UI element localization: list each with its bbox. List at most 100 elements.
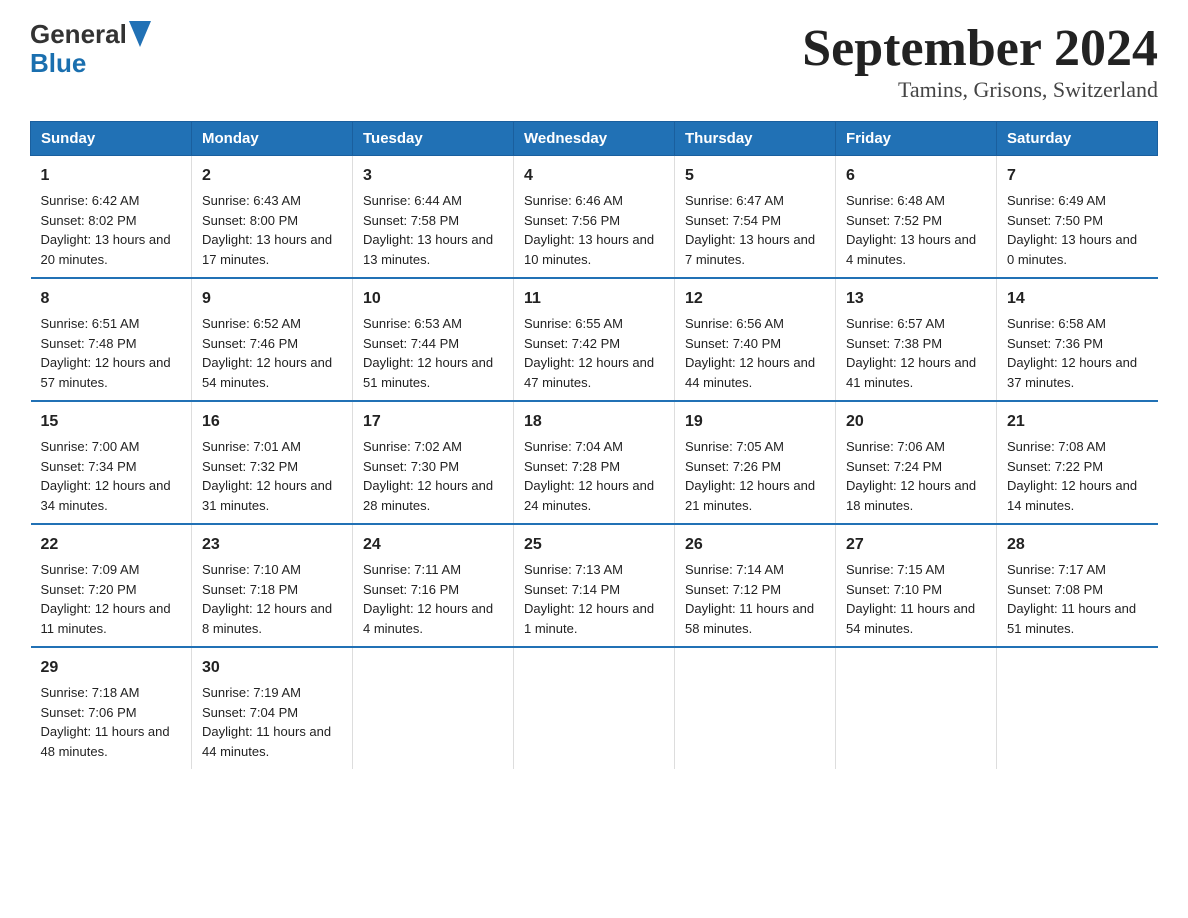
day-info: Sunrise: 6:55 AMSunset: 7:42 PMDaylight:… (524, 314, 664, 392)
calendar-cell: 5 Sunrise: 6:47 AMSunset: 7:54 PMDaylight… (675, 156, 836, 279)
day-info: Sunrise: 6:49 AMSunset: 7:50 PMDaylight:… (1007, 191, 1148, 269)
day-number: 2 (202, 164, 342, 188)
calendar-cell: 21Sunrise: 7:08 AMSunset: 7:22 PMDayligh… (997, 401, 1158, 524)
weekday-header-sunday: Sunday (31, 122, 192, 156)
day-number: 1 (41, 164, 182, 188)
calendar-cell: 12 Sunrise: 6:56 AMSunset: 7:40 PMDayligh… (675, 278, 836, 401)
day-number: 11 (524, 287, 664, 311)
calendar-cell: 14 Sunrise: 6:58 AMSunset: 7:36 PMDayligh… (997, 278, 1158, 401)
calendar-cell: 30Sunrise: 7:19 AMSunset: 7:04 PMDayligh… (192, 647, 353, 769)
calendar-cell: 27 Sunrise: 7:15 AMSunset: 7:10 PMDayligh… (836, 524, 997, 647)
day-info: Sunrise: 6:58 AMSunset: 7:36 PMDaylight:… (1007, 314, 1148, 392)
day-number: 30 (202, 656, 342, 680)
weekday-header-tuesday: Tuesday (353, 122, 514, 156)
logo-arrow-icon (129, 21, 151, 47)
day-number: 25 (524, 533, 664, 557)
day-number: 4 (524, 164, 664, 188)
day-info: Sunrise: 6:46 AMSunset: 7:56 PMDaylight:… (524, 191, 664, 269)
day-info: Sunrise: 6:42 AMSunset: 8:02 PMDaylight:… (41, 191, 182, 269)
day-info: Sunrise: 6:48 AMSunset: 7:52 PMDaylight:… (846, 191, 986, 269)
day-info: Sunrise: 6:56 AMSunset: 7:40 PMDaylight:… (685, 314, 825, 392)
day-number: 24 (363, 533, 503, 557)
weekday-header-wednesday: Wednesday (514, 122, 675, 156)
weekday-header-saturday: Saturday (997, 122, 1158, 156)
calendar-cell: 4 Sunrise: 6:46 AMSunset: 7:56 PMDaylight… (514, 156, 675, 279)
calendar-cell: 9 Sunrise: 6:52 AMSunset: 7:46 PMDaylight… (192, 278, 353, 401)
calendar-cell: 8 Sunrise: 6:51 AMSunset: 7:48 PMDaylight… (31, 278, 192, 401)
day-info: Sunrise: 6:43 AMSunset: 8:00 PMDaylight:… (202, 191, 342, 269)
calendar-cell: 10Sunrise: 6:53 AMSunset: 7:44 PMDayligh… (353, 278, 514, 401)
day-info: Sunrise: 7:08 AMSunset: 7:22 PMDaylight:… (1007, 437, 1148, 515)
calendar-cell: 23Sunrise: 7:10 AMSunset: 7:18 PMDayligh… (192, 524, 353, 647)
day-info: Sunrise: 7:00 AMSunset: 7:34 PMDaylight:… (41, 437, 182, 515)
calendar-week-row: 29 Sunrise: 7:18 AMSunset: 7:06 PMDayligh… (31, 647, 1158, 769)
day-info: Sunrise: 7:13 AMSunset: 7:14 PMDaylight:… (524, 560, 664, 638)
day-number: 28 (1007, 533, 1148, 557)
calendar-cell (514, 647, 675, 769)
calendar-cell: 20 Sunrise: 7:06 AMSunset: 7:24 PMDayligh… (836, 401, 997, 524)
day-info: Sunrise: 6:57 AMSunset: 7:38 PMDaylight:… (846, 314, 986, 392)
weekday-header-friday: Friday (836, 122, 997, 156)
calendar-cell: 28Sunrise: 7:17 AMSunset: 7:08 PMDayligh… (997, 524, 1158, 647)
calendar-cell: 15 Sunrise: 7:00 AMSunset: 7:34 PMDayligh… (31, 401, 192, 524)
calendar-week-row: 15 Sunrise: 7:00 AMSunset: 7:34 PMDayligh… (31, 401, 1158, 524)
day-info: Sunrise: 6:44 AMSunset: 7:58 PMDaylight:… (363, 191, 503, 269)
calendar-cell: 26 Sunrise: 7:14 AMSunset: 7:12 PMDayligh… (675, 524, 836, 647)
day-number: 3 (363, 164, 503, 188)
day-number: 7 (1007, 164, 1148, 188)
calendar-cell: 19 Sunrise: 7:05 AMSunset: 7:26 PMDayligh… (675, 401, 836, 524)
calendar-cell: 29 Sunrise: 7:18 AMSunset: 7:06 PMDayligh… (31, 647, 192, 769)
day-info: Sunrise: 7:14 AMSunset: 7:12 PMDaylight:… (685, 560, 825, 638)
day-info: Sunrise: 7:06 AMSunset: 7:24 PMDaylight:… (846, 437, 986, 515)
day-number: 29 (41, 656, 182, 680)
calendar-cell: 16Sunrise: 7:01 AMSunset: 7:32 PMDayligh… (192, 401, 353, 524)
calendar-cell: 6 Sunrise: 6:48 AMSunset: 7:52 PMDaylight… (836, 156, 997, 279)
page-subtitle: Tamins, Grisons, Switzerland (802, 77, 1158, 103)
day-number: 5 (685, 164, 825, 188)
day-info: Sunrise: 7:11 AMSunset: 7:16 PMDaylight:… (363, 560, 503, 638)
calendar-cell (997, 647, 1158, 769)
calendar-cell: 3 Sunrise: 6:44 AMSunset: 7:58 PMDaylight… (353, 156, 514, 279)
day-info: Sunrise: 7:09 AMSunset: 7:20 PMDaylight:… (41, 560, 182, 638)
day-info: Sunrise: 6:47 AMSunset: 7:54 PMDaylight:… (685, 191, 825, 269)
day-info: Sunrise: 7:02 AMSunset: 7:30 PMDaylight:… (363, 437, 503, 515)
day-info: Sunrise: 7:18 AMSunset: 7:06 PMDaylight:… (41, 683, 182, 761)
day-number: 20 (846, 410, 986, 434)
day-number: 15 (41, 410, 182, 434)
day-info: Sunrise: 6:51 AMSunset: 7:48 PMDaylight:… (41, 314, 182, 392)
day-number: 19 (685, 410, 825, 434)
calendar-week-row: 1 Sunrise: 6:42 AMSunset: 8:02 PMDaylight… (31, 156, 1158, 279)
day-info: Sunrise: 7:01 AMSunset: 7:32 PMDaylight:… (202, 437, 342, 515)
day-number: 12 (685, 287, 825, 311)
day-number: 18 (524, 410, 664, 434)
day-number: 9 (202, 287, 342, 311)
day-info: Sunrise: 7:05 AMSunset: 7:26 PMDaylight:… (685, 437, 825, 515)
calendar-week-row: 22Sunrise: 7:09 AMSunset: 7:20 PMDayligh… (31, 524, 1158, 647)
calendar-cell: 13 Sunrise: 6:57 AMSunset: 7:38 PMDayligh… (836, 278, 997, 401)
day-info: Sunrise: 7:15 AMSunset: 7:10 PMDaylight:… (846, 560, 986, 638)
logo: General Blue (30, 20, 151, 77)
calendar-cell: 7 Sunrise: 6:49 AMSunset: 7:50 PMDaylight… (997, 156, 1158, 279)
calendar-cell (353, 647, 514, 769)
calendar-cell (675, 647, 836, 769)
day-number: 8 (41, 287, 182, 311)
calendar-cell: 11 Sunrise: 6:55 AMSunset: 7:42 PMDayligh… (514, 278, 675, 401)
calendar-cell: 2 Sunrise: 6:43 AMSunset: 8:00 PMDaylight… (192, 156, 353, 279)
calendar-cell: 1 Sunrise: 6:42 AMSunset: 8:02 PMDaylight… (31, 156, 192, 279)
calendar-table: SundayMondayTuesdayWednesdayThursdayFrid… (30, 121, 1158, 769)
weekday-header-monday: Monday (192, 122, 353, 156)
day-number: 14 (1007, 287, 1148, 311)
day-number: 27 (846, 533, 986, 557)
day-info: Sunrise: 6:53 AMSunset: 7:44 PMDaylight:… (363, 314, 503, 392)
calendar-cell: 17Sunrise: 7:02 AMSunset: 7:30 PMDayligh… (353, 401, 514, 524)
day-number: 6 (846, 164, 986, 188)
calendar-cell (836, 647, 997, 769)
day-info: Sunrise: 6:52 AMSunset: 7:46 PMDaylight:… (202, 314, 342, 392)
logo-general-text: General (30, 20, 127, 49)
page-header: General Blue September 2024 Tamins, Gris… (30, 20, 1158, 103)
day-number: 26 (685, 533, 825, 557)
calendar-week-row: 8 Sunrise: 6:51 AMSunset: 7:48 PMDaylight… (31, 278, 1158, 401)
calendar-cell: 18Sunrise: 7:04 AMSunset: 7:28 PMDayligh… (514, 401, 675, 524)
logo-blue-text: Blue (30, 49, 86, 78)
day-number: 13 (846, 287, 986, 311)
